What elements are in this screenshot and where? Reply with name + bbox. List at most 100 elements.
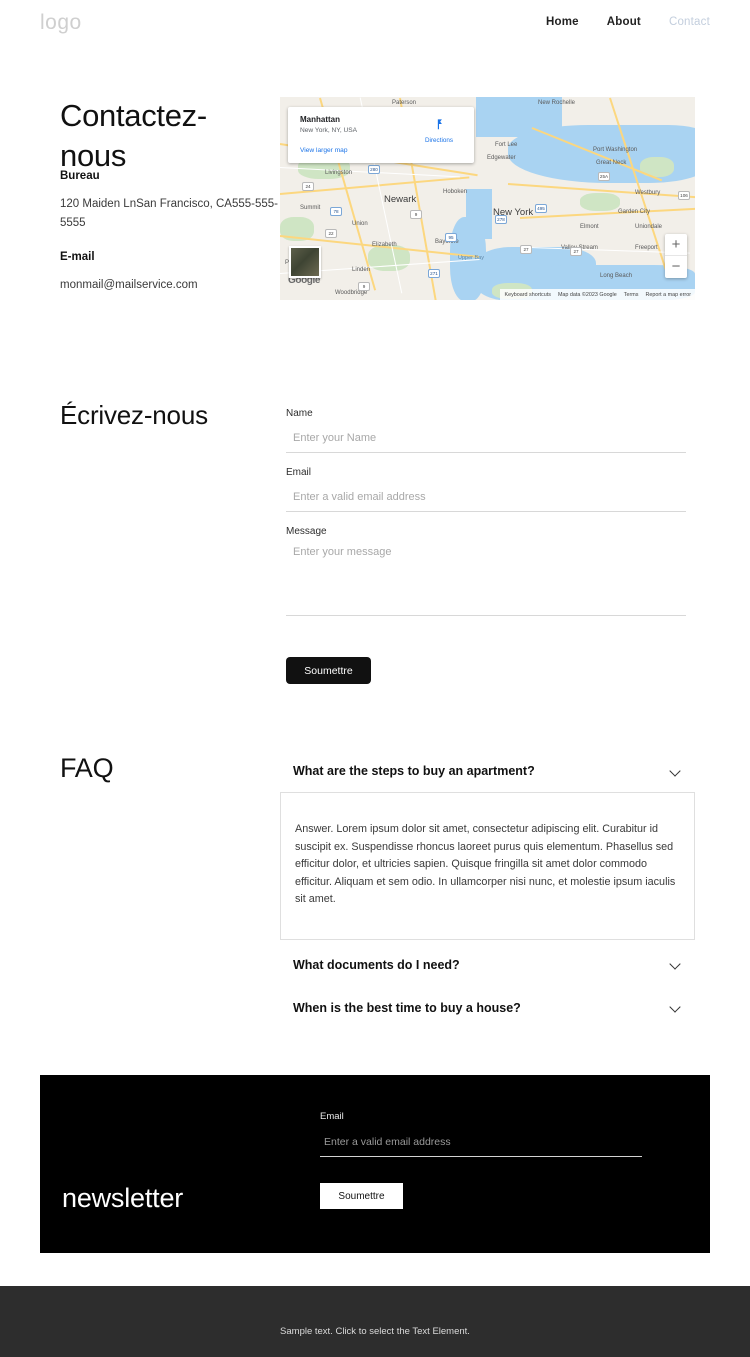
- main-nav: Home About Contact: [546, 16, 710, 28]
- keyboard-shortcuts-link[interactable]: Keyboard shortcuts: [504, 292, 550, 298]
- map-label: Port Washington: [593, 147, 638, 153]
- newsletter-title-line1: à notre: [62, 1145, 145, 1175]
- faq-question-toggle[interactable]: When is the best time to buy a house?: [280, 997, 695, 1019]
- faq-item: What are the steps to buy an apartment? …: [280, 760, 695, 940]
- zoom-in-button[interactable]: +: [665, 234, 687, 256]
- map-label: Linden: [352, 267, 371, 273]
- contact-details: Bureau 120 Maiden LnSan Francisco, CA555…: [60, 170, 280, 295]
- newsletter-title: à notre newsletter: [62, 1141, 292, 1218]
- map-label: Westbury: [635, 190, 661, 196]
- view-larger-map-link[interactable]: View larger map: [300, 147, 348, 154]
- email-address[interactable]: monmail@mailservice.com: [60, 276, 280, 295]
- name-input[interactable]: [286, 432, 686, 453]
- map-label: Great Neck: [596, 160, 627, 166]
- faq-question-text: What are the steps to buy an apartment?: [293, 764, 535, 778]
- map-label: Paterson: [392, 100, 417, 106]
- nav-item-home[interactable]: Home: [546, 16, 579, 28]
- highway-shield-icon: 25A: [598, 172, 610, 181]
- map-label: Edgewater: [487, 155, 516, 161]
- map-info-card: Manhattan New York, NY, USA View larger …: [288, 107, 474, 163]
- email-field-group: Email: [286, 467, 686, 512]
- map-label: Freeport: [635, 245, 658, 251]
- site-header: logo Home About Contact: [0, 0, 750, 50]
- map-label: Long Beach: [600, 273, 633, 279]
- chevron-down-icon: [670, 959, 681, 970]
- faq-question-text: What documents do I need?: [293, 957, 460, 972]
- contact-title: Contactez-nous: [60, 98, 207, 173]
- map-label: Newark: [384, 194, 417, 205]
- email-input[interactable]: [286, 491, 686, 512]
- nav-item-contact[interactable]: Contact: [669, 16, 710, 28]
- map-label: Uniondale: [635, 224, 663, 230]
- map-label: New Rochelle: [538, 100, 576, 106]
- chevron-down-icon: [670, 766, 681, 777]
- highway-shield-icon: 9: [410, 210, 422, 219]
- faq-item: When is the best time to buy a house?: [280, 997, 695, 1019]
- google-map[interactable]: PatersonNew RochelleBloomfieldLivingston…: [280, 97, 695, 300]
- faq-question-toggle[interactable]: What documents do I need?: [280, 954, 695, 976]
- map-zoom-controls: + −: [665, 234, 687, 278]
- newsletter-section: à notre newsletter Email Soumettre: [40, 1075, 710, 1253]
- street-view-thumbnail[interactable]: [289, 246, 321, 278]
- footer-text[interactable]: Sample text. Click to select the Text El…: [280, 1326, 470, 1337]
- write-us-title: Écrivez-nous: [60, 400, 208, 430]
- highway-shield-icon: 278: [495, 215, 507, 224]
- message-textarea[interactable]: [286, 546, 686, 616]
- highway-shield-icon: 280: [368, 165, 380, 174]
- faq-answer-panel: Answer. Lorem ipsum dolor sit amet, cons…: [280, 792, 695, 940]
- directions-button[interactable]: Directions: [416, 117, 462, 144]
- name-field-group: Name: [286, 408, 686, 453]
- email-label: E-mail: [60, 251, 95, 264]
- directions-icon: [437, 119, 442, 130]
- map-data-credit: Map data ©2023 Google: [557, 291, 617, 298]
- nav-item-about[interactable]: About: [607, 16, 641, 28]
- site-footer: Sample text. Click to select the Text El…: [0, 1286, 750, 1357]
- page-root: logo Home About Contact Contactez-nous B…: [0, 0, 750, 1357]
- map-label: Hoboken: [443, 189, 468, 195]
- map-label: Elizabeth: [372, 242, 397, 248]
- logo[interactable]: logo: [40, 11, 82, 35]
- map-label: Elmont: [580, 224, 599, 230]
- highway-shield-icon: 271: [428, 269, 440, 278]
- report-error-link[interactable]: Report a map error: [645, 292, 691, 298]
- directions-label: Directions: [425, 137, 453, 144]
- faq-question-toggle[interactable]: What are the steps to buy an apartment?: [280, 760, 695, 782]
- map-label: Upper Bay: [458, 255, 484, 261]
- highway-shield-icon: 24: [302, 182, 314, 191]
- highway-shield-icon: 106: [678, 191, 690, 200]
- highway-shield-icon: 27: [570, 247, 582, 256]
- name-label: Name: [286, 408, 313, 419]
- office-label: Bureau: [60, 170, 100, 182]
- contact-form: Name Email Message Soumettre: [286, 408, 686, 684]
- email-label: Email: [286, 467, 312, 478]
- map-label: Garden City: [618, 209, 651, 215]
- highway-shield-icon: 78: [330, 207, 342, 216]
- newsletter-email-label: Email: [320, 1111, 344, 1122]
- map-place-title: Manhattan: [300, 115, 340, 124]
- map-label: Union: [352, 221, 368, 227]
- highway-shield-icon: 22: [325, 229, 337, 238]
- message-field-group: Message: [286, 526, 686, 621]
- terms-link[interactable]: Terms: [624, 292, 639, 298]
- faq-answer-text: Answer. Lorem ipsum dolor sit amet, cons…: [295, 823, 676, 906]
- faq-question-text: When is the best time to buy a house?: [293, 1000, 521, 1015]
- chevron-down-icon: [670, 1002, 681, 1013]
- faq-title: FAQ: [60, 753, 114, 783]
- newsletter-title-line2: newsletter: [62, 1183, 184, 1214]
- map-label: Fort Lee: [495, 142, 518, 148]
- map-label: Summit: [300, 205, 321, 211]
- faq-item: What documents do I need?: [280, 954, 695, 976]
- message-label: Message: [286, 526, 327, 537]
- zoom-out-button[interactable]: −: [665, 256, 687, 278]
- highway-shield-icon: 27: [520, 245, 532, 254]
- map-label: Livingston: [325, 170, 353, 176]
- map-place-subtitle: New York, NY, USA: [300, 127, 358, 134]
- map-attribution-bar: Keyboard shortcuts Map data ©2023 Google…: [500, 289, 695, 300]
- faq-list: What are the steps to buy an apartment? …: [280, 760, 695, 1019]
- highway-shield-icon: 495: [535, 204, 547, 213]
- newsletter-form: Email Soumettre: [320, 1111, 642, 1209]
- newsletter-email-input[interactable]: [320, 1136, 642, 1157]
- office-address: 120 Maiden LnSan Francisco, CA555-555-55…: [60, 198, 278, 229]
- newsletter-submit-button[interactable]: Soumettre: [320, 1183, 403, 1209]
- submit-button[interactable]: Soumettre: [286, 657, 371, 684]
